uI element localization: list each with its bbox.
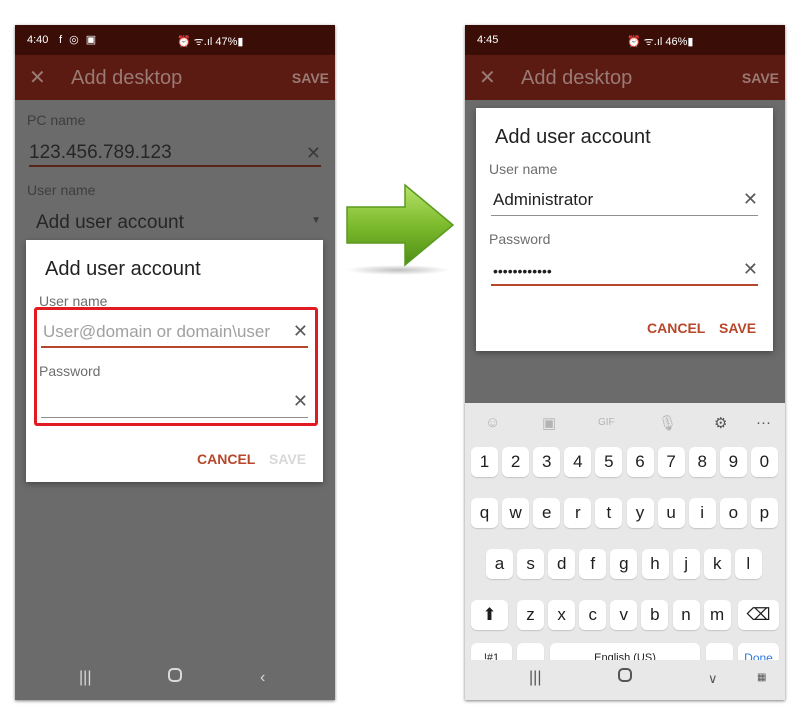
status-time: 4:45 — [477, 34, 499, 46]
key-l[interactable]: l — [734, 549, 762, 579]
key-p[interactable]: p — [750, 498, 778, 528]
cancel-button[interactable]: CANCEL — [647, 320, 705, 336]
more-icon[interactable]: ··· — [756, 414, 771, 431]
close-icon[interactable]: ✕ — [479, 65, 496, 90]
input-underline — [491, 284, 758, 286]
password-label: Password — [489, 231, 551, 247]
pc-name-label: PC name — [27, 112, 86, 128]
cancel-button[interactable]: CANCEL — [197, 451, 255, 467]
clear-icon[interactable]: ✕ — [306, 143, 321, 164]
home-icon[interactable] — [168, 668, 182, 682]
key-6[interactable]: 6 — [626, 447, 654, 477]
page-title: Add desktop — [521, 67, 633, 89]
password-input[interactable]: •••••••••••• ✕ — [491, 256, 758, 286]
key-3[interactable]: 3 — [533, 447, 561, 477]
key-r[interactable]: r — [564, 498, 592, 528]
key-y[interactable]: y — [626, 498, 654, 528]
sticker-icon[interactable]: ▣ — [542, 414, 556, 432]
status-indicators: ⏰ ᯤ.ıl 46%▮ — [627, 36, 694, 48]
key-o[interactable]: o — [719, 498, 747, 528]
key-u[interactable]: u — [657, 498, 685, 528]
key-j[interactable]: j — [672, 549, 700, 579]
key-b[interactable]: b — [641, 600, 669, 630]
key-x[interactable]: x — [548, 600, 576, 630]
emoji-icon[interactable]: ☺ — [485, 414, 500, 431]
save-button[interactable]: SAVE — [742, 70, 779, 86]
microphone-icon[interactable]: 🎙 — [658, 414, 677, 432]
backspace-icon[interactable]: ⌫ — [738, 600, 779, 630]
page-title: Add desktop — [71, 67, 183, 89]
key-z[interactable]: z — [517, 600, 544, 630]
app-bar: ✕ Add desktop SAVE — [465, 55, 785, 100]
settings-icon[interactable]: ⚙ — [714, 414, 727, 432]
dialog-title: Add user account — [45, 258, 201, 280]
notification-icons: f ◎ ▣ — [59, 34, 99, 46]
keyboard: ☺ ▣ GIF 🎙 ⚙ ··· 1234567890 qwertyuiop asdf… — [465, 403, 785, 673]
chevron-down-icon: ▼ — [311, 215, 321, 226]
recent-apps-icon[interactable]: ||| — [529, 669, 541, 687]
key-4[interactable]: 4 — [564, 447, 592, 477]
user-name-label: User name — [489, 161, 558, 177]
clear-icon[interactable]: ✕ — [743, 259, 758, 280]
highlight-box — [34, 307, 318, 426]
key-w[interactable]: w — [502, 498, 530, 528]
user-name-value: Administrator — [493, 190, 594, 209]
status-bar: 4:45 ⏰ ᯤ.ıl 46%▮ — [465, 25, 785, 55]
key-c[interactable]: c — [579, 600, 607, 630]
status-bar: 4:40 f ◎ ▣ ⏰ ᯤ.ıl 47%▮ — [15, 25, 335, 55]
key-n[interactable]: n — [672, 600, 700, 630]
save-button[interactable]: SAVE — [292, 70, 329, 86]
key-9[interactable]: 9 — [719, 447, 747, 477]
keyboard-icon[interactable]: ▦ — [757, 672, 766, 683]
pc-name-field[interactable]: 123.456.789.123 — [29, 142, 172, 164]
key-5[interactable]: 5 — [595, 447, 623, 477]
key-a[interactable]: a — [486, 549, 513, 579]
user-name-input[interactable]: Administrator ✕ — [491, 186, 758, 216]
key-2[interactable]: 2 — [502, 447, 530, 477]
pc-name-underline — [29, 165, 321, 167]
phone-screen-before: 4:40 f ◎ ▣ ⏰ ᯤ.ıl 47%▮ ✕ Add desktop SAV… — [15, 25, 335, 700]
app-bar: ✕ Add desktop SAVE — [15, 55, 335, 100]
shift-icon[interactable]: ⬆ — [471, 600, 508, 630]
back-icon[interactable]: ‹ — [260, 669, 265, 687]
home-icon[interactable] — [618, 668, 632, 682]
status-time: 4:40 — [27, 34, 49, 46]
input-underline — [491, 215, 758, 216]
password-value: •••••••••••• — [493, 263, 552, 279]
key-7[interactable]: 7 — [657, 447, 685, 477]
key-1[interactable]: 1 — [471, 447, 498, 477]
add-user-dialog: Add user account User name Administrator… — [476, 108, 773, 351]
clear-icon[interactable]: ✕ — [743, 189, 758, 210]
status-indicators: ⏰ ᯤ.ıl 47%▮ — [177, 36, 244, 48]
phone-screen-after: 4:45 ⏰ ᯤ.ıl 46%▮ ✕ Add desktop SAVE Add … — [465, 25, 785, 700]
chevron-down-icon[interactable]: ∨ — [708, 671, 718, 687]
key-i[interactable]: i — [688, 498, 716, 528]
key-q[interactable]: q — [471, 498, 498, 528]
user-name-label: User name — [27, 182, 96, 198]
dialog-save-button[interactable]: SAVE — [719, 320, 756, 336]
close-icon[interactable]: ✕ — [29, 65, 46, 90]
keyboard-toolbar: ☺ ▣ GIF 🎙 ⚙ ··· — [465, 403, 785, 443]
key-8[interactable]: 8 — [688, 447, 716, 477]
key-e[interactable]: e — [533, 498, 561, 528]
key-v[interactable]: v — [610, 600, 638, 630]
key-h[interactable]: h — [641, 549, 669, 579]
gif-icon[interactable]: GIF — [598, 417, 615, 428]
key-s[interactable]: s — [517, 549, 545, 579]
recent-apps-icon[interactable]: ||| — [79, 669, 91, 687]
navigation-bar: ||| ∨ ▦ — [465, 660, 785, 700]
key-m[interactable]: m — [703, 600, 731, 630]
key-f[interactable]: f — [579, 549, 607, 579]
arrow-icon — [346, 183, 455, 275]
user-account-select[interactable]: Add user account — [36, 212, 184, 234]
key-g[interactable]: g — [610, 549, 638, 579]
key-d[interactable]: d — [548, 549, 576, 579]
dialog-title: Add user account — [495, 126, 651, 148]
key-k[interactable]: k — [703, 549, 731, 579]
key-0[interactable]: 0 — [750, 447, 778, 477]
dialog-save-button[interactable]: SAVE — [269, 451, 306, 467]
key-t[interactable]: t — [595, 498, 623, 528]
navigation-bar: ||| ‹ — [15, 660, 335, 700]
